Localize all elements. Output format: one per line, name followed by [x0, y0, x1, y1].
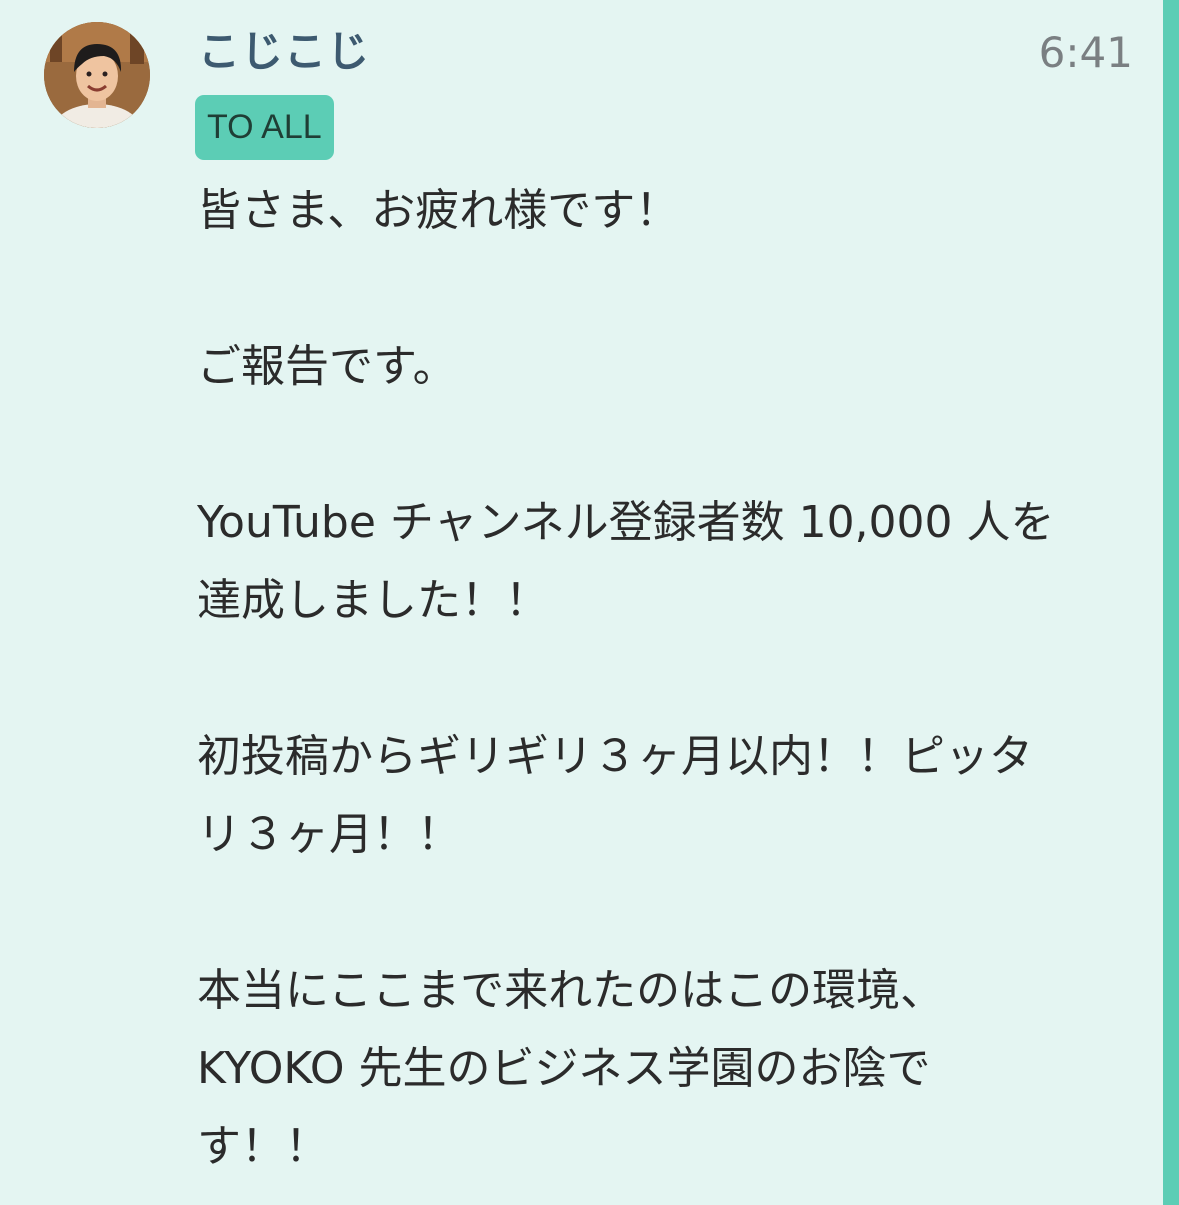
accent-bar [1163, 0, 1179, 1205]
message-paragraph: 皆さま、お疲れ様です！ [197, 185, 680, 236]
message-paragraph: 本当にここまで来れたのはこの環境、 KYOKO 先生のビジネス学園のお陰で す！… [197, 965, 945, 1172]
message-timestamp: 6:41 [1038, 28, 1133, 77]
message-body: 皆さま、お疲れ様です！ ご報告です。 YouTube チャンネル登録者数 10,… [197, 172, 1117, 1186]
message-paragraph: ご報告です。 [197, 341, 457, 392]
sender-name[interactable]: こじこじ [198, 26, 370, 78]
chat-message: こじこじ 6:41 TO ALL 皆さま、お疲れ様です！ ご報告です。 YouT… [0, 0, 1179, 1205]
to-all-badge: TO ALL [195, 95, 334, 160]
message-paragraph: YouTube チャンネル登録者数 10,000 人を 達成しました！！ [197, 497, 1055, 626]
message-paragraph: 初投稿からギリギリ３ヶ月以内！！ピッタ リ３ヶ月！！ [197, 731, 1033, 860]
avatar[interactable] [44, 22, 150, 128]
